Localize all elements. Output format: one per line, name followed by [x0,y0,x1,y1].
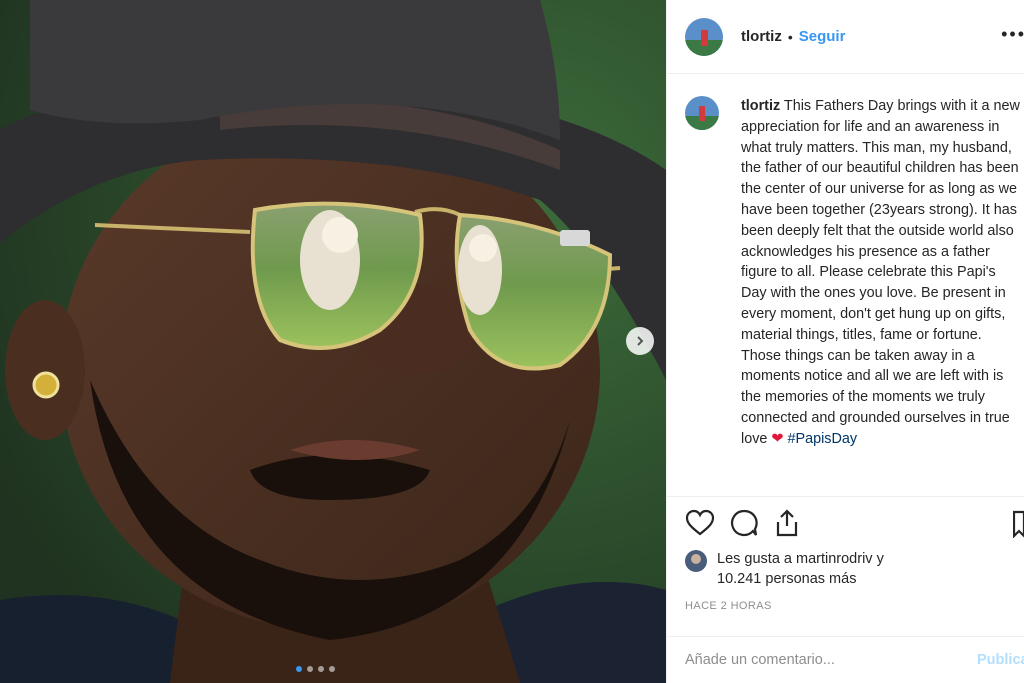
username-link[interactable]: tlortiz [741,28,782,45]
share-upload-icon[interactable] [773,508,801,538]
carousel-next-button[interactable] [626,327,654,355]
avatar[interactable] [685,550,707,572]
likes-line-1[interactable]: Les gusta a martinrodriv y [717,549,884,569]
post-side-panel: tlortiz • Seguir ••• tlortiz This Father… [666,0,1024,683]
carousel-dot [329,666,335,672]
heart-emoji: ❤ [771,430,784,447]
publish-button[interactable]: Publicar [977,652,1024,668]
follow-button[interactable]: Seguir [799,28,846,45]
section-divider [667,496,1024,497]
chevron-right-icon [637,336,644,346]
caption-text: This Fathers Day brings with it a new ap… [741,98,1020,447]
heart-outline-icon[interactable] [685,509,715,537]
avatar[interactable] [685,17,723,56]
likes-summary: Les gusta a martinrodriv y 10.241 person… [685,549,884,589]
avatar-image [685,96,719,130]
avatar-image [685,17,723,56]
separator-dot: • [787,28,793,45]
carousel-dot [307,666,313,672]
caption-username[interactable]: tlortiz [741,98,780,114]
post-timestamp[interactable]: HACE 2 HORAS [685,600,772,612]
caption-section: tlortiz This Fathers Day brings with it … [685,96,1024,494]
more-options-icon[interactable]: ••• [1001,24,1024,45]
carousel-dot [318,666,324,672]
hashtag-link[interactable]: #PapisDay [787,431,857,447]
post-header: tlortiz • Seguir ••• [667,0,1024,74]
bookmark-icon[interactable] [1013,510,1024,538]
likes-count[interactable]: 10.241 personas más [717,569,884,589]
action-bar [685,508,1024,538]
comment-box: Añade un comentario... Publicar [667,636,1024,683]
comment-input[interactable]: Añade un comentario... [685,652,835,668]
carousel-dot [296,666,302,672]
comment-bubble-icon[interactable] [729,508,759,538]
post-photo[interactable] [0,0,666,683]
instagram-post-view: tlortiz • Seguir ••• tlortiz This Father… [0,0,1024,683]
carousel-indicator [296,666,335,672]
photo-illustration [0,0,666,683]
avatar[interactable] [685,96,719,130]
post-caption: tlortiz This Fathers Day brings with it … [741,96,1024,494]
liker-avatar-image [685,550,707,572]
